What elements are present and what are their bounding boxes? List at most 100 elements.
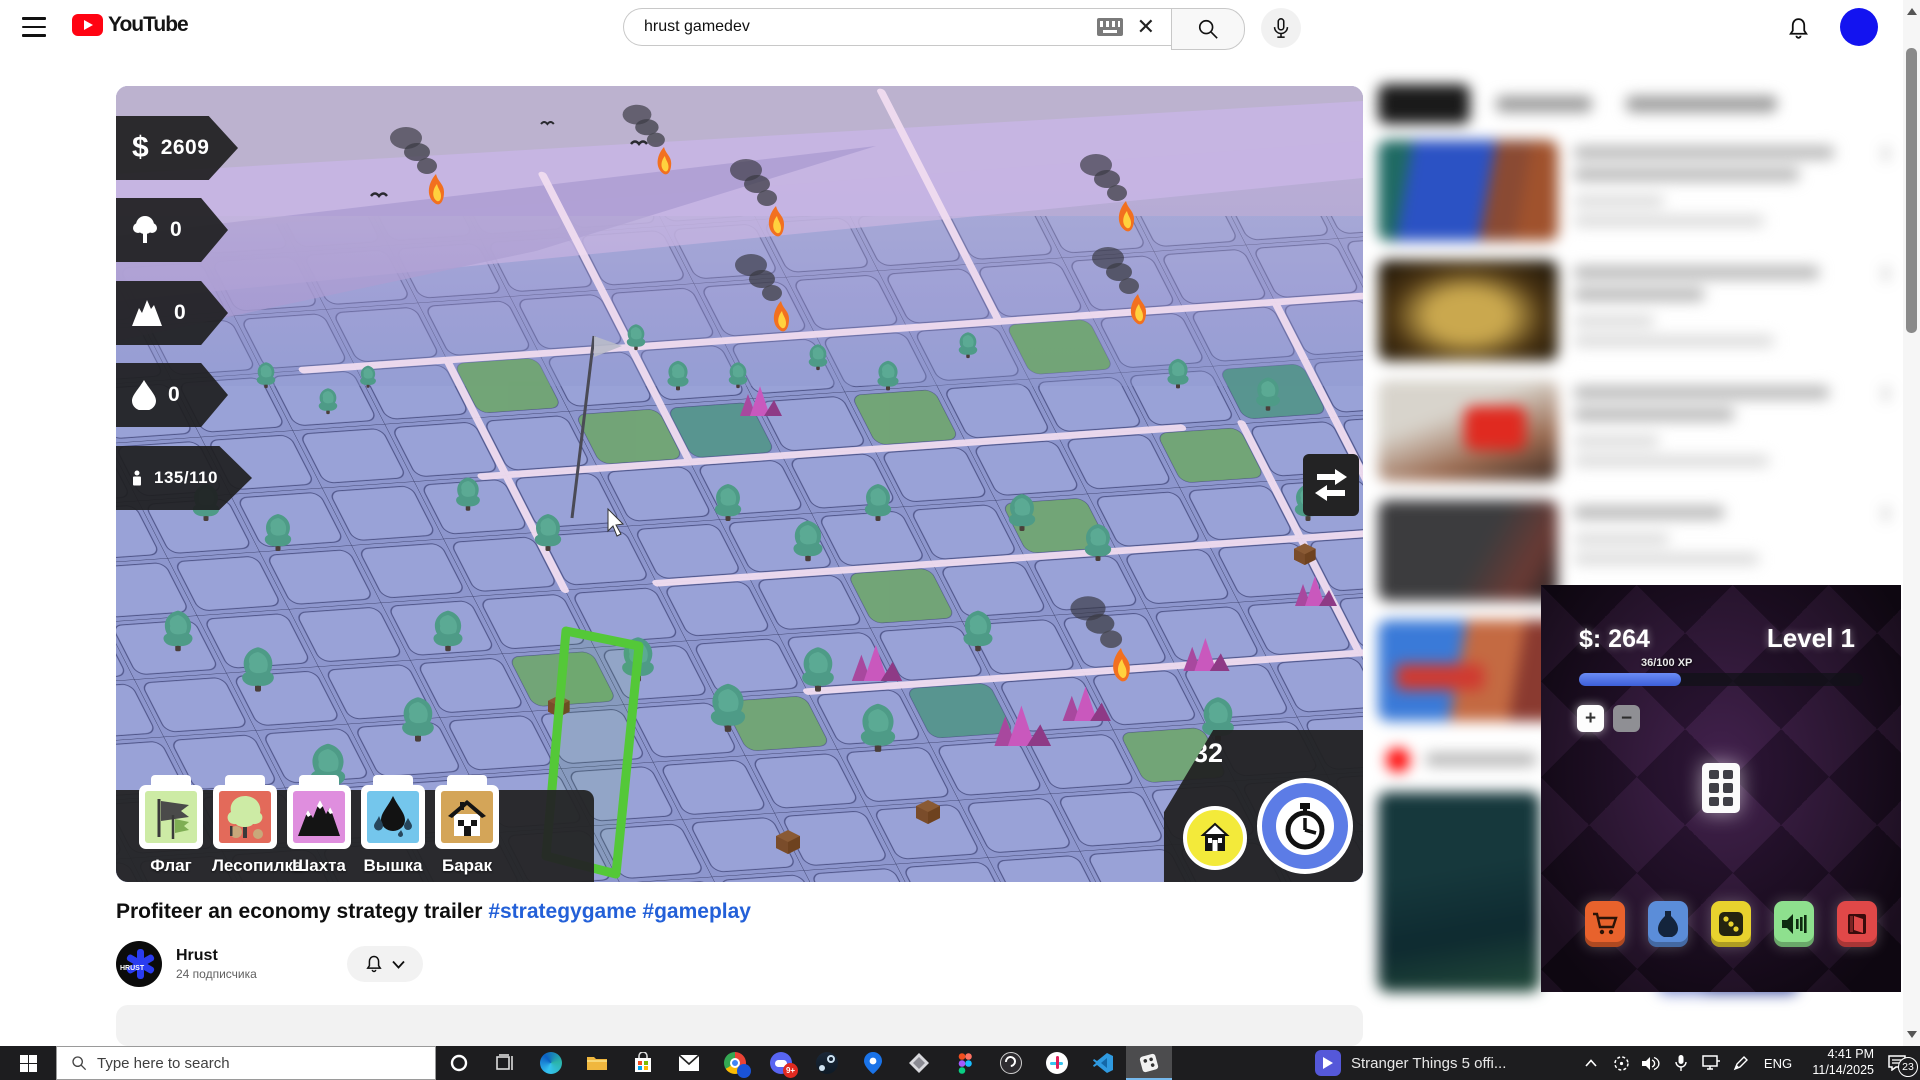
building-label: Шахта (286, 856, 352, 876)
taskbar-app-pin[interactable] (850, 1046, 896, 1080)
gem-icon (909, 1053, 929, 1073)
pen-button[interactable] (1726, 1046, 1756, 1080)
media-play-button[interactable] (1315, 1050, 1341, 1076)
scroll-down-icon[interactable] (1907, 1031, 1917, 1038)
action-center-button[interactable]: 23 (1874, 1046, 1920, 1080)
pip-shop-button[interactable] (1585, 901, 1625, 947)
pip-minus-button[interactable]: − (1613, 705, 1640, 732)
pip-dice-menu-button[interactable] (1711, 901, 1751, 947)
stopwatch-icon (1283, 801, 1327, 851)
taskbar-app-game-active[interactable] (1126, 1046, 1172, 1080)
task-view-button[interactable] (482, 1046, 528, 1080)
building-button-sawmill[interactable]: Лесопилка (212, 775, 278, 876)
mine-mountain-icon (296, 794, 342, 840)
channel-name[interactable]: Hrust (176, 947, 257, 965)
filter-chip[interactable] (1496, 96, 1592, 112)
search-button[interactable] (1171, 8, 1245, 50)
taskbar-app-geforce[interactable] (896, 1046, 942, 1080)
cortana-button[interactable] (436, 1046, 482, 1080)
pip-exit-button[interactable] (1837, 901, 1877, 947)
video-menu-icon[interactable]: ⋮ (1878, 264, 1894, 284)
taskbar-app-explorer[interactable] (574, 1046, 620, 1080)
pip-sound-button[interactable] (1774, 901, 1814, 947)
taskbar-app-mail[interactable] (666, 1046, 712, 1080)
clear-search-icon[interactable]: ✕ (1137, 8, 1155, 46)
menu-icon[interactable] (22, 17, 46, 37)
chips-scroll-right-icon[interactable]: › (1770, 88, 1777, 114)
language-indicator[interactable]: ENG (1756, 1056, 1800, 1071)
page-scrollbar[interactable] (1903, 0, 1920, 1046)
taskbar-app-discord[interactable]: 9+ (758, 1046, 804, 1080)
building-label: Вышка (360, 856, 426, 876)
notifications-button[interactable] (1786, 16, 1811, 41)
taskbar-app-obs[interactable] (988, 1046, 1034, 1080)
recommended-video[interactable]: ⋮ (1378, 140, 1900, 246)
volume-button[interactable] (1636, 1046, 1666, 1080)
timer-button[interactable] (1257, 778, 1353, 874)
video-menu-icon[interactable]: ⋮ (1878, 384, 1894, 404)
network-icon (1702, 1055, 1721, 1071)
mountain-icon (132, 300, 162, 326)
channel-avatar[interactable]: HRUST (116, 941, 162, 987)
clock[interactable]: 4:41 PM 11/14/2025 (1800, 1047, 1874, 1078)
network-button[interactable] (1696, 1046, 1726, 1080)
recommended-video[interactable]: ⋮ (1378, 380, 1900, 486)
media-session-title[interactable]: Stranger Things 5 offi... (1351, 1055, 1576, 1072)
hashtag-link[interactable]: #strategygame (488, 900, 636, 923)
recommended-video[interactable]: ⋮ (1378, 260, 1900, 366)
building-button-mine[interactable]: Шахта (286, 775, 352, 876)
scroll-up-icon[interactable] (1907, 8, 1917, 15)
water-drop-icon (132, 380, 156, 410)
voice-search-button[interactable] (1261, 8, 1301, 48)
tray-app-button[interactable] (1606, 1046, 1636, 1080)
pip-xp-bar (1579, 673, 1863, 686)
pip-dice-button[interactable] (1702, 763, 1740, 813)
taskbar-app-slack[interactable] (1034, 1046, 1080, 1080)
pip-plus-button[interactable]: + (1577, 705, 1604, 732)
taskbar-app-vscode[interactable] (1080, 1046, 1126, 1080)
microphone-icon (1675, 1055, 1687, 1072)
hashtag-link[interactable]: #gameplay (642, 900, 751, 923)
house-icon (1198, 821, 1232, 855)
channel-subscribers: 24 подписчика (176, 967, 257, 981)
youtube-wordmark: YouTube (108, 13, 188, 37)
map-pin-icon (864, 1052, 882, 1074)
video-title-text: Profiteer an economy strategy trailer (116, 900, 482, 923)
swap-view-button[interactable] (1303, 454, 1359, 516)
microphone-tray-button[interactable] (1666, 1046, 1696, 1080)
notification-count-badge: 23 (1898, 1057, 1918, 1077)
account-avatar[interactable] (1840, 8, 1878, 46)
youtube-logo[interactable]: YouTube (72, 13, 188, 37)
sawmill-tree-icon (222, 794, 268, 840)
start-button[interactable] (0, 1046, 56, 1080)
video-menu-icon[interactable]: ⋮ (1878, 144, 1894, 164)
taskbar-app-store[interactable] (620, 1046, 666, 1080)
taskbar-app-edge[interactable] (528, 1046, 574, 1080)
filter-chips-row: › (1378, 84, 1900, 140)
channel-row: HRUST Hrust 24 подписчика (116, 941, 423, 987)
video-menu-icon[interactable]: ⋮ (1878, 504, 1894, 524)
home-button[interactable] (1183, 806, 1247, 870)
taskbar-search-box[interactable]: Type here to search (56, 1046, 436, 1080)
search-icon (1197, 18, 1219, 40)
taskbar-app-figma[interactable] (942, 1046, 988, 1080)
building-button-tower[interactable]: Вышка (360, 775, 426, 876)
pip-game-overlay[interactable]: $: 264 Level 1 36/100 XP + − (1541, 585, 1901, 992)
microphone-icon (1270, 17, 1292, 39)
filter-chip-all[interactable] (1378, 84, 1470, 124)
taskbar-app-steam[interactable] (804, 1046, 850, 1080)
pip-xp-label: 36/100 XP (1641, 657, 1692, 669)
search-input[interactable] (642, 17, 1097, 37)
building-button-flag[interactable]: Флаг (138, 775, 204, 876)
scrollbar-thumb[interactable] (1906, 48, 1917, 333)
pip-potion-button[interactable] (1648, 901, 1688, 947)
filter-chip[interactable] (1626, 96, 1776, 112)
taskbar-app-chrome[interactable] (712, 1046, 758, 1080)
keyboard-icon[interactable] (1097, 18, 1123, 36)
swap-arrows-icon (1313, 467, 1349, 503)
tray-expand-button[interactable] (1576, 1046, 1606, 1080)
video-player[interactable]: $ 2609 0 0 0 135/110 Флаг Лесопилка (116, 86, 1363, 882)
description-box[interactable] (116, 1005, 1363, 1046)
notification-settings-button[interactable] (347, 946, 423, 982)
building-button-barrack[interactable]: Барак (434, 775, 500, 876)
